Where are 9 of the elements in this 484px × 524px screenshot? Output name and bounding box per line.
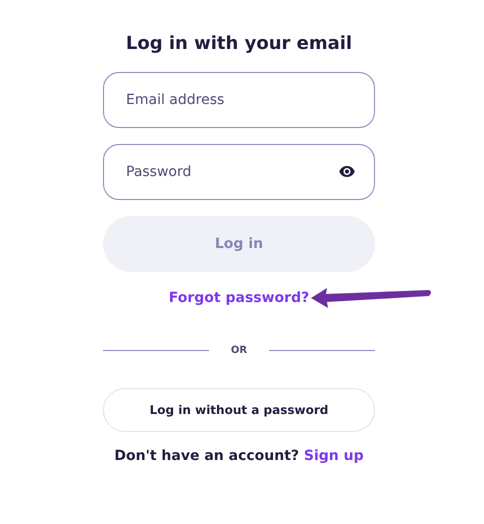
signup-prompt: Don't have an account? xyxy=(114,448,300,464)
divider-label: OR xyxy=(230,345,248,356)
signup-link[interactable]: Sign up xyxy=(304,448,364,464)
passwordless-login-button[interactable]: Log in without a password xyxy=(103,388,375,432)
password-field[interactable]: Password xyxy=(103,144,375,200)
eye-icon[interactable] xyxy=(339,166,355,177)
page-title: Log in with your email xyxy=(124,32,354,56)
email-field[interactable]: Email address xyxy=(103,72,375,128)
forgot-password-link[interactable]: Forgot password? xyxy=(168,290,310,306)
